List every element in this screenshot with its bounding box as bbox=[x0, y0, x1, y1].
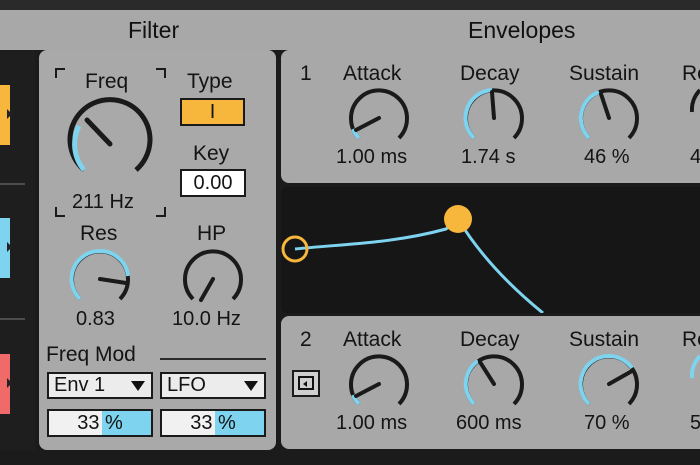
env2-decay-label: Decay bbox=[460, 328, 520, 351]
chevron-down-icon bbox=[131, 381, 145, 391]
env2-sustain-knob[interactable] bbox=[577, 352, 641, 416]
envelope-2-number: 2 bbox=[300, 328, 312, 351]
env1-release-knob[interactable] bbox=[690, 86, 700, 150]
oscillator-strip bbox=[0, 50, 35, 450]
freq-mod-amount-1-value: 33 % bbox=[77, 412, 123, 434]
env2-attack-label: Attack bbox=[343, 328, 402, 351]
res-label: Res bbox=[80, 222, 118, 245]
envelope-peak-handle[interactable] bbox=[444, 205, 472, 233]
freq-bracket bbox=[55, 68, 65, 78]
chevron-right-icon bbox=[7, 242, 12, 252]
chevron-down-icon bbox=[244, 381, 258, 391]
env2-release-label: Re bbox=[682, 328, 700, 351]
freq-mod-source-2-value: LFO bbox=[167, 374, 206, 396]
env1-release-label: Re bbox=[682, 62, 700, 85]
freq-bracket bbox=[156, 207, 166, 217]
hp-label: HP bbox=[197, 222, 227, 245]
hp-value: 10.0 Hz bbox=[172, 308, 241, 330]
type-label: Type bbox=[187, 70, 233, 93]
env2-release-value: 5 bbox=[690, 412, 700, 434]
env1-attack-value: 1.00 ms bbox=[336, 146, 408, 168]
chevron-left-icon bbox=[139, 416, 149, 430]
key-field[interactable]: 0.00 bbox=[180, 169, 246, 197]
envelope-1-number: 1 bbox=[300, 62, 312, 85]
oscillator-chip-orange[interactable] bbox=[0, 85, 12, 145]
envelopes-header: Envelopes bbox=[468, 17, 576, 43]
divider bbox=[0, 183, 25, 185]
env1-attack-knob[interactable] bbox=[347, 86, 411, 150]
divider bbox=[160, 358, 266, 360]
loop-button[interactable] bbox=[292, 370, 320, 397]
env2-decay-value: 600 ms bbox=[456, 412, 522, 434]
freq-label: Freq bbox=[85, 70, 129, 93]
env1-release-value: 4 bbox=[690, 146, 700, 168]
env1-sustain-value: 46 % bbox=[584, 146, 630, 168]
freq-mod-source-2-dropdown[interactable]: LFO bbox=[160, 372, 266, 399]
hp-knob[interactable] bbox=[181, 247, 245, 311]
envelope-curve bbox=[281, 205, 544, 315]
divider bbox=[0, 318, 25, 320]
freq-mod-amount-2-value: 33 % bbox=[190, 412, 236, 434]
freq-mod-amount-2-slider[interactable]: 33 % bbox=[160, 409, 266, 437]
oscillator-chip-blue[interactable] bbox=[0, 218, 12, 278]
env2-release-knob[interactable] bbox=[690, 352, 700, 416]
chevron-right-icon bbox=[7, 378, 12, 388]
filter-header: Filter bbox=[128, 17, 180, 43]
env1-decay-value: 1.74 s bbox=[461, 146, 516, 168]
env1-sustain-label: Sustain bbox=[569, 62, 640, 85]
chevron-right-icon bbox=[7, 109, 12, 119]
freq-mod-amount-1-slider[interactable]: 33 % bbox=[47, 409, 153, 437]
envelope-graph[interactable] bbox=[281, 187, 700, 315]
header-bar bbox=[0, 10, 700, 50]
env1-decay-label: Decay bbox=[460, 62, 520, 85]
top-strip bbox=[0, 0, 700, 10]
freq-bracket bbox=[55, 207, 65, 217]
env2-decay-knob[interactable] bbox=[462, 352, 526, 416]
env2-attack-value: 1.00 ms bbox=[336, 412, 408, 434]
chevron-left-icon bbox=[252, 416, 262, 430]
env2-sustain-label: Sustain bbox=[569, 328, 640, 351]
loop-icon bbox=[298, 376, 314, 390]
env2-attack-knob[interactable] bbox=[347, 352, 411, 416]
freq-knob[interactable] bbox=[63, 97, 157, 191]
env2-sustain-value: 70 % bbox=[584, 412, 630, 434]
filter-type-button[interactable]: I bbox=[180, 98, 245, 126]
freq-value: 211 Hz bbox=[72, 191, 134, 213]
key-label: Key bbox=[193, 142, 230, 165]
env1-attack-label: Attack bbox=[343, 62, 402, 85]
oscillator-chip-red[interactable] bbox=[0, 354, 12, 414]
freq-mod-label: Freq Mod bbox=[46, 343, 136, 366]
freq-mod-source-1-value: Env 1 bbox=[54, 374, 106, 396]
res-knob[interactable] bbox=[68, 247, 132, 311]
freq-mod-source-1-dropdown[interactable]: Env 1 bbox=[47, 372, 153, 399]
env1-decay-knob[interactable] bbox=[462, 86, 526, 150]
env1-sustain-knob[interactable] bbox=[577, 86, 641, 150]
res-value: 0.83 bbox=[76, 308, 115, 330]
freq-bracket bbox=[156, 68, 166, 78]
